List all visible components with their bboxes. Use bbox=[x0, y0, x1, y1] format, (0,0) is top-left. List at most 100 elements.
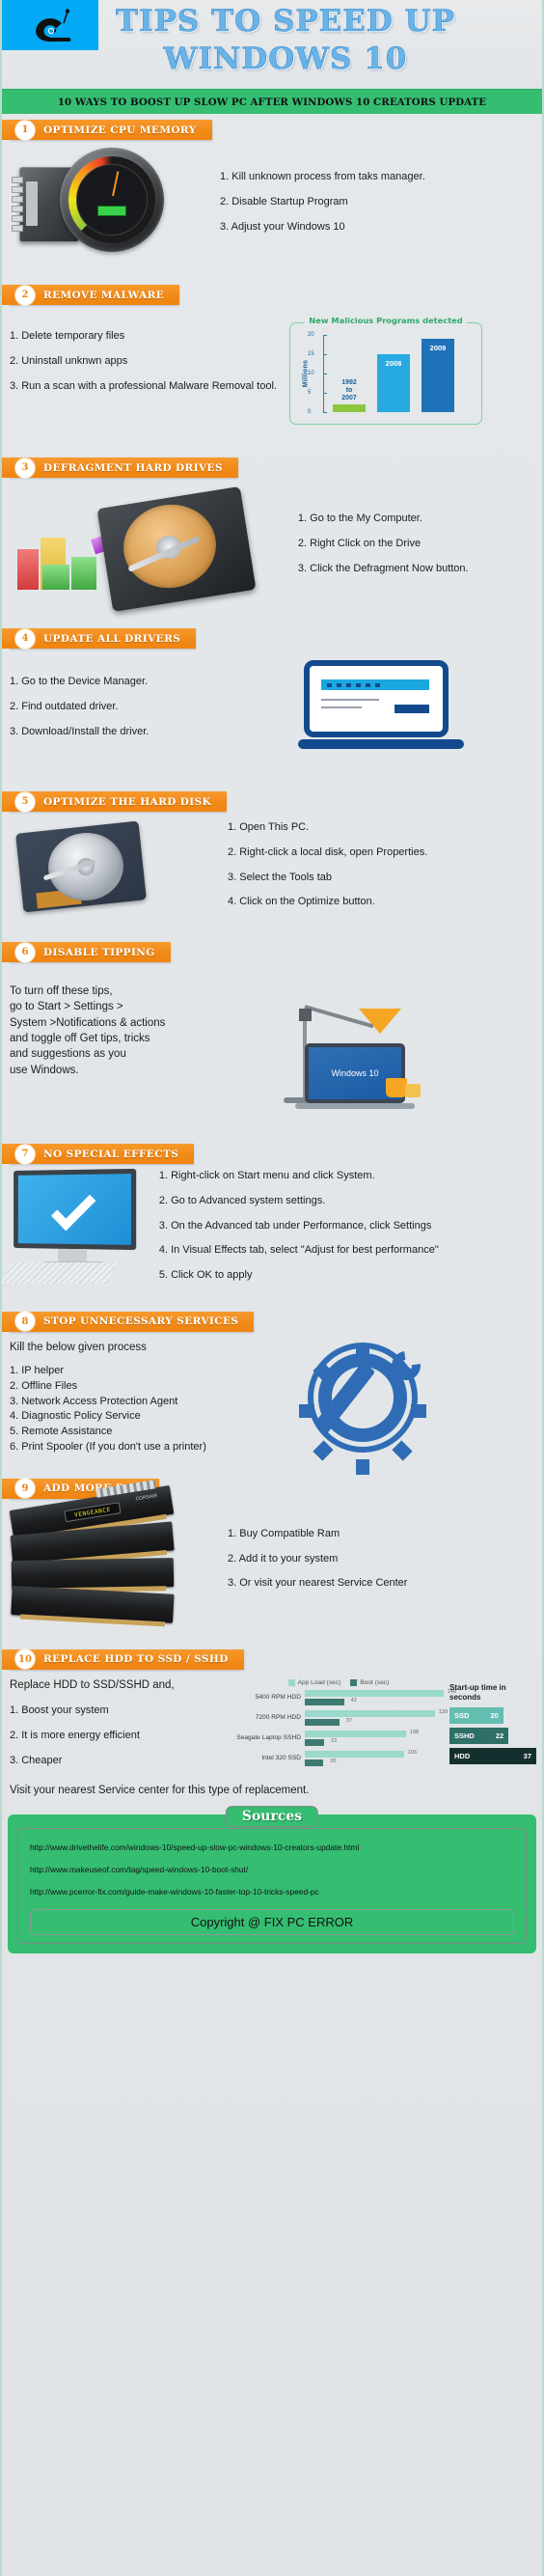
hard-drive-illustration bbox=[10, 482, 298, 603]
step-item: 4. In Visual Effects tab, select "Adjust… bbox=[159, 1244, 534, 1258]
y-tick-label: 5 bbox=[308, 390, 311, 396]
section-title: DISABLE TIPPING bbox=[43, 947, 155, 958]
section-title: DEFRAGMENT HARD DRIVES bbox=[43, 462, 223, 474]
section-number-badge: 6 bbox=[15, 943, 35, 962]
section-header-3[interactable]: 3 DEFRAGMENT HARD DRIVES bbox=[10, 457, 238, 478]
step-item: 2. Right-click a local disk, open Proper… bbox=[228, 846, 527, 860]
bar-value: 20 bbox=[330, 1759, 336, 1764]
gear-wrench-illustration bbox=[299, 1342, 451, 1457]
cup-icon-secondary bbox=[405, 1084, 421, 1097]
category-label: 7200 RPM HDD bbox=[233, 1715, 305, 1722]
startup-row-ssd: SSD 20 bbox=[449, 1707, 503, 1724]
step-item: 1. Buy Compatible Ram bbox=[228, 1528, 523, 1541]
laptop-screen bbox=[304, 660, 449, 737]
lamp-hinge bbox=[299, 1009, 312, 1021]
steps-list-2: 1. Delete temporary files 2. Uninstall u… bbox=[10, 330, 289, 393]
startup-title: Start-up time in seconds bbox=[449, 1683, 536, 1703]
services-lead-text: Kill the below given process bbox=[10, 1340, 299, 1355]
section-header-8[interactable]: 8 STOP UNNECESSARY SERVICES bbox=[10, 1312, 254, 1332]
y-tick-label: 10 bbox=[308, 371, 314, 376]
step-item: 1. Delete temporary files bbox=[10, 330, 289, 344]
subtitle-banner: 10 WAYS TO BOOST UP SLOW PC AFTER WINDOW… bbox=[2, 89, 542, 114]
step-item: 2. Disable Startup Program bbox=[220, 196, 527, 209]
source-link[interactable]: http://www.drivethelife.com/windows-10/s… bbox=[30, 1842, 514, 1852]
page-header: TIPS TO SPEED UP WINDOWS 10 bbox=[2, 0, 542, 89]
dialog-button-shape bbox=[394, 705, 429, 713]
laptop-illustration bbox=[298, 656, 464, 761]
step-item: 3. On the Advanced tab under Performance… bbox=[159, 1220, 534, 1233]
progress-dots bbox=[327, 683, 380, 687]
section-add-more-ram: 9 ADD MORE RAM CORSAIR VENGEANCE 1. Buy … bbox=[2, 1473, 542, 1626]
bar-1992-2007 bbox=[333, 404, 366, 412]
section-number-badge: 7 bbox=[15, 1145, 35, 1164]
ram-modules-illustration: CORSAIR VENGEANCE bbox=[6, 1505, 204, 1620]
section-header-5[interactable]: 5 OPTIMIZE THE HARD DISK bbox=[10, 791, 227, 812]
section-header-7[interactable]: 7 NO SPECIAL EFFECTS bbox=[10, 1144, 194, 1164]
bar-value: 42 bbox=[351, 1698, 357, 1703]
sources-label: Sources bbox=[226, 1806, 318, 1827]
bar-app-load: 139 bbox=[305, 1710, 435, 1717]
lamp-shade bbox=[359, 1009, 401, 1034]
step-item: 2. Offline Files bbox=[10, 1380, 299, 1394]
section-number-badge: 1 bbox=[15, 121, 35, 140]
section-disable-tipping: 6 DISABLE TIPPING To turn off these tips… bbox=[2, 936, 542, 1124]
section-number-badge: 4 bbox=[15, 629, 35, 649]
step-item: 1. Open This PC. bbox=[228, 821, 527, 835]
chart-plot-area: 1992 to 2007 2008 2009 bbox=[327, 335, 472, 412]
section-optimize-cpu-memory: 1 OPTIMIZE CPU MEMORY 1. Kill unknown pr… bbox=[2, 114, 542, 267]
legend-item-boot: Boot (sec) bbox=[350, 1679, 389, 1686]
legend-item-app-load: App Load (sec) bbox=[288, 1679, 341, 1686]
bar-2009: 2009 bbox=[422, 339, 454, 412]
section-number-badge: 9 bbox=[15, 1479, 35, 1498]
steps-list-1: 1. Kill unknown process from taks manage… bbox=[220, 171, 527, 234]
section-no-special-effects: 7 NO SPECIAL EFFECTS 1. Right-click on S… bbox=[2, 1138, 542, 1300]
chart-row: 5400 RPM HDD 148 42 bbox=[233, 1690, 444, 1707]
section-header-6[interactable]: 6 DISABLE TIPPING bbox=[10, 942, 171, 962]
subtitle-text: 10 WAYS TO BOOST UP SLOW PC AFTER WINDOW… bbox=[58, 97, 486, 108]
section-number-badge: 8 bbox=[15, 1312, 35, 1331]
y-tick-label: 20 bbox=[308, 332, 314, 338]
bar-value: 21 bbox=[331, 1738, 337, 1744]
steps-list-7: 1. Right-click on Start menu and click S… bbox=[159, 1170, 534, 1283]
startup-value: 37 bbox=[524, 1752, 531, 1760]
y-tick-label: 0 bbox=[308, 409, 311, 415]
bar-app-load: 108 bbox=[305, 1731, 406, 1737]
source-link[interactable]: http://www.makeuseof.com/tag/speed-windo… bbox=[30, 1865, 514, 1874]
bar-app-load: 106 bbox=[305, 1751, 404, 1758]
section-stop-unnecessary-services: 8 STOP UNNECESSARY SERVICES Kill the bel… bbox=[2, 1306, 542, 1463]
step-item: 2. Uninstall unknwn apps bbox=[10, 355, 289, 369]
startup-label: SSHD bbox=[454, 1731, 475, 1740]
gauge-display bbox=[97, 206, 126, 216]
ram-module bbox=[11, 1586, 174, 1623]
windows-logo-label: Windows 10 bbox=[331, 1068, 378, 1078]
section-header-4[interactable]: 4 UPDATE ALL DRIVERS bbox=[10, 628, 196, 649]
checkmark-icon bbox=[51, 1185, 95, 1231]
steps-list-5: 1. Open This PC. 2. Right-click a local … bbox=[228, 821, 527, 909]
sources-footer: Sources http://www.drivethelife.com/wind… bbox=[8, 1814, 536, 1953]
startup-value: 20 bbox=[490, 1711, 498, 1720]
bar-label: 1992 to 2007 bbox=[333, 379, 366, 402]
bar-value-label: 2009 bbox=[422, 344, 454, 352]
section-title: OPTIMIZE CPU MEMORY bbox=[43, 125, 197, 136]
section-header-10[interactable]: 10 REPLACE HDD TO SSD / SSHD bbox=[10, 1649, 244, 1670]
section-title: OPTIMIZE THE HARD DISK bbox=[43, 796, 211, 808]
legend-swatch bbox=[350, 1679, 357, 1686]
steps-list-3: 1. Go to the My Computer. 2. Right Click… bbox=[298, 512, 534, 575]
startup-value: 22 bbox=[496, 1731, 503, 1740]
section-number-badge: 5 bbox=[15, 792, 35, 812]
category-label: 5400 RPM HDD bbox=[233, 1695, 305, 1702]
step-item: 1. Boost your system bbox=[10, 1704, 233, 1718]
section-header-1[interactable]: 1 OPTIMIZE CPU MEMORY bbox=[10, 120, 212, 140]
bar-value: 106 bbox=[408, 1750, 417, 1756]
source-link[interactable]: http://www.pcerror-fix.com/guide-make-wi… bbox=[30, 1887, 514, 1897]
section-update-all-drivers: 4 UPDATE ALL DRIVERS 1. Go to the Device… bbox=[2, 623, 542, 766]
chart-row: 7200 RPM HDD 139 37 bbox=[233, 1710, 444, 1728]
section-header-2[interactable]: 2 REMOVE MALWARE bbox=[10, 285, 179, 305]
step-item: 1. Right-click on Start menu and click S… bbox=[159, 1170, 534, 1183]
case-side-label bbox=[26, 181, 38, 226]
section-replace-hdd-to-ssd: 10 REPLACE HDD TO SSD / SSHD Replace HDD… bbox=[2, 1644, 542, 1805]
step-item: 3. Click the Defragment Now button. bbox=[298, 563, 534, 576]
cup-icon bbox=[386, 1078, 407, 1097]
steps-list-8: 1. IP helper 2. Offline Files 3. Network… bbox=[10, 1365, 299, 1454]
step-item: 2. Right Click on the Drive bbox=[298, 538, 534, 551]
